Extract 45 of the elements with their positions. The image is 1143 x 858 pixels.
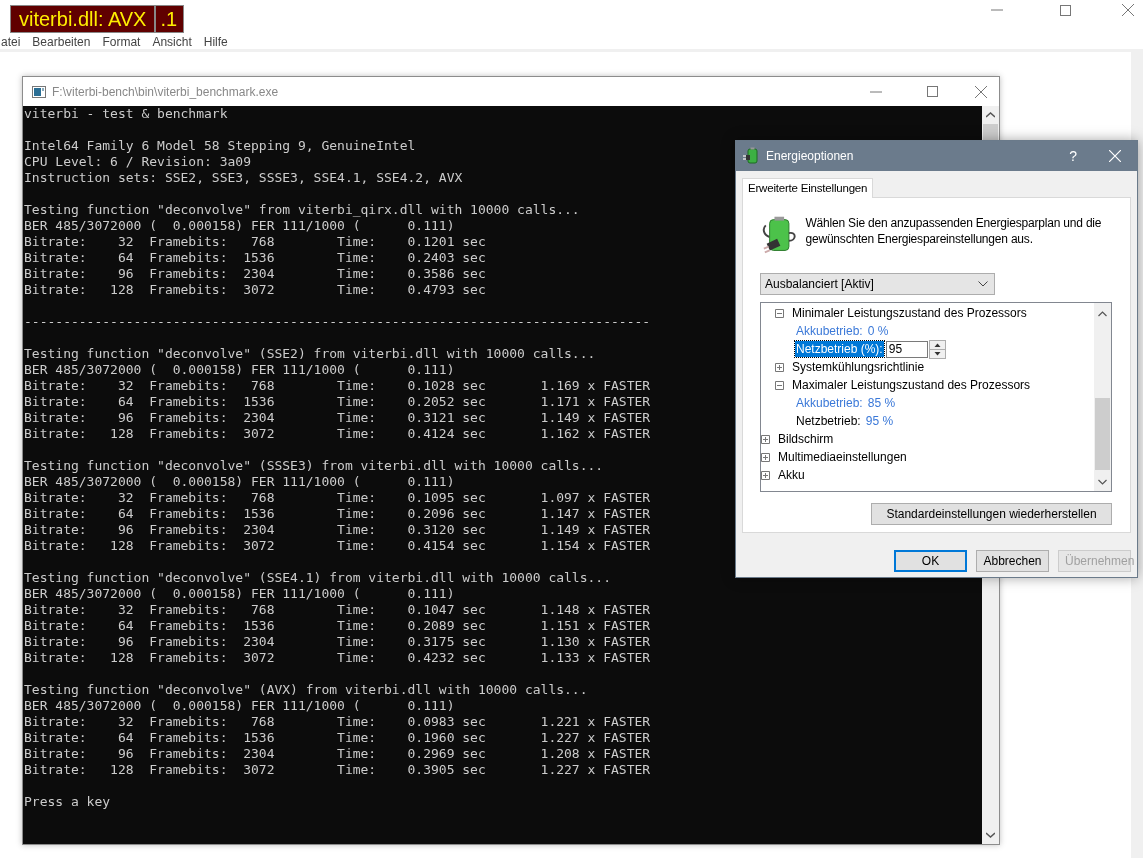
setting-label: Netzbetrieb: bbox=[795, 413, 862, 429]
console-line: Bitrate: 128 Framebits: 3072 Time: 0.4793 sec bbox=[24, 282, 486, 298]
console-line: -------------------------------------------------------------------------------- bbox=[24, 314, 651, 330]
console-line: Testing function "deconvolve" from viterbi_qirx.dll with 10000 calls... bbox=[24, 202, 580, 218]
console-line: Bitrate: 64 Framebits: 1536 Time: 0.2096 sec 1.147 x FASTER bbox=[24, 506, 651, 522]
overlay-label: .1 bbox=[155, 5, 185, 33]
console-line: Bitrate: 32 Framebits: 768 Time: 0.1095 sec 1.097 x FASTER bbox=[24, 490, 651, 506]
console-line: Testing function "deconvolve" (AVX) from viterbi.dll with 10000 calls... bbox=[24, 682, 588, 698]
console-line: Instruction sets: SSE2, SSE3, SSSE3, SSE4.1, SSE4.2, AVX bbox=[24, 170, 463, 186]
console-line: Bitrate: 96 Framebits: 2304 Time: 0.3121 sec 1.149 x FASTER bbox=[24, 410, 651, 426]
window-title: Energieoptionen bbox=[766, 149, 855, 163]
console-line: BER 485/3072000 ( 0.000158) FER 111/1000 ( 0.111) bbox=[24, 698, 455, 714]
dropdown-value: Ausbalanciert [Aktiv] bbox=[765, 277, 874, 291]
setting-label: Akkubetrieb: bbox=[795, 395, 864, 411]
console-line: Bitrate: 64 Framebits: 1536 Time: 0.2089 sec 1.151 x FASTER bbox=[24, 618, 651, 634]
console-line: Bitrate: 64 Framebits: 1536 Time: 0.2052 sec 1.171 x FASTER bbox=[24, 394, 651, 410]
console-line: Bitrate: 96 Framebits: 2304 Time: 0.2969 sec 1.208 x FASTER bbox=[24, 746, 651, 762]
console-line: Intel64 Family 6 Model 58 Stepping 9, GenuineIntel bbox=[24, 138, 416, 154]
console-line: BER 485/3072000 ( 0.000158) FER 111/1000 ( 0.111) bbox=[24, 362, 455, 378]
console-line: Bitrate: 64 Framebits: 1536 Time: 0.2403 sec bbox=[24, 250, 486, 266]
console-line: Bitrate: 128 Framebits: 3072 Time: 0.3905 sec 1.227 x FASTER bbox=[24, 762, 651, 778]
console-line: BER 485/3072000 ( 0.000158) FER 111/1000 ( 0.111) bbox=[24, 474, 455, 490]
console-line: Bitrate: 128 Framebits: 3072 Time: 0.4154 sec 1.154 x FASTER bbox=[24, 538, 651, 554]
console-line: Bitrate: 64 Framebits: 1536 Time: 0.1960 sec 1.227 x FASTER bbox=[24, 730, 651, 746]
console-line: Bitrate: 96 Framebits: 2304 Time: 0.3175 sec 1.130 x FASTER bbox=[24, 634, 651, 650]
console-line: CPU Level: 6 / Revision: 3a09 bbox=[24, 154, 251, 170]
console-line: Testing function "deconvolve" (SSSE3) from viterbi.dll with 10000 calls... bbox=[24, 458, 604, 474]
console-line: BER 485/3072000 ( 0.000158) FER 111/1000 ( 0.111) bbox=[24, 586, 455, 602]
console-line: Bitrate: 32 Framebits: 768 Time: 0.0983 sec 1.221 x FASTER bbox=[24, 714, 651, 730]
description-text: Wählen Sie den anzupassenden Energiesparplan und die gewünschten Energiespareinstellungen aus. bbox=[805, 215, 1103, 248]
console-line: Bitrate: 32 Framebits: 768 Time: 0.1028 sec 1.169 x FASTER bbox=[24, 378, 651, 394]
console-line: BER 485/3072000 ( 0.000158) FER 111/1000 ( 0.111) bbox=[24, 218, 455, 234]
window-title: F:\viterbi-bench\bin\viterbi_benchmark.exe bbox=[52, 84, 280, 99]
console-line: Testing function "deconvolve" (SSE4.1) from viterbi.dll with 10000 calls... bbox=[24, 570, 611, 586]
console-line: Bitrate: 32 Framebits: 768 Time: 0.1201 sec bbox=[24, 234, 486, 250]
console-line: Bitrate: 128 Framebits: 3072 Time: 0.4232 sec 1.133 x FASTER bbox=[24, 650, 651, 666]
console-line: viterbi - test & benchmark bbox=[24, 106, 228, 122]
setting-label: Akkubetrieb: bbox=[795, 323, 864, 339]
console-line: Bitrate: 96 Framebits: 2304 Time: 0.3120 sec 1.149 x FASTER bbox=[24, 522, 651, 538]
console-line: Bitrate: 32 Framebits: 768 Time: 0.1047 sec 1.148 x FASTER bbox=[24, 602, 651, 618]
console-line: Bitrate: 96 Framebits: 2304 Time: 0.3586 sec bbox=[24, 266, 486, 282]
console-line: Bitrate: 128 Framebits: 3072 Time: 0.4124 sec 1.162 x FASTER bbox=[24, 426, 651, 442]
overlay-label: viterbi.dll: AVX bbox=[10, 5, 156, 33]
console-line: Press a key bbox=[24, 794, 111, 810]
console-line: Testing function "deconvolve" (SSE2) from viterbi.dll with 10000 calls... bbox=[24, 346, 596, 362]
